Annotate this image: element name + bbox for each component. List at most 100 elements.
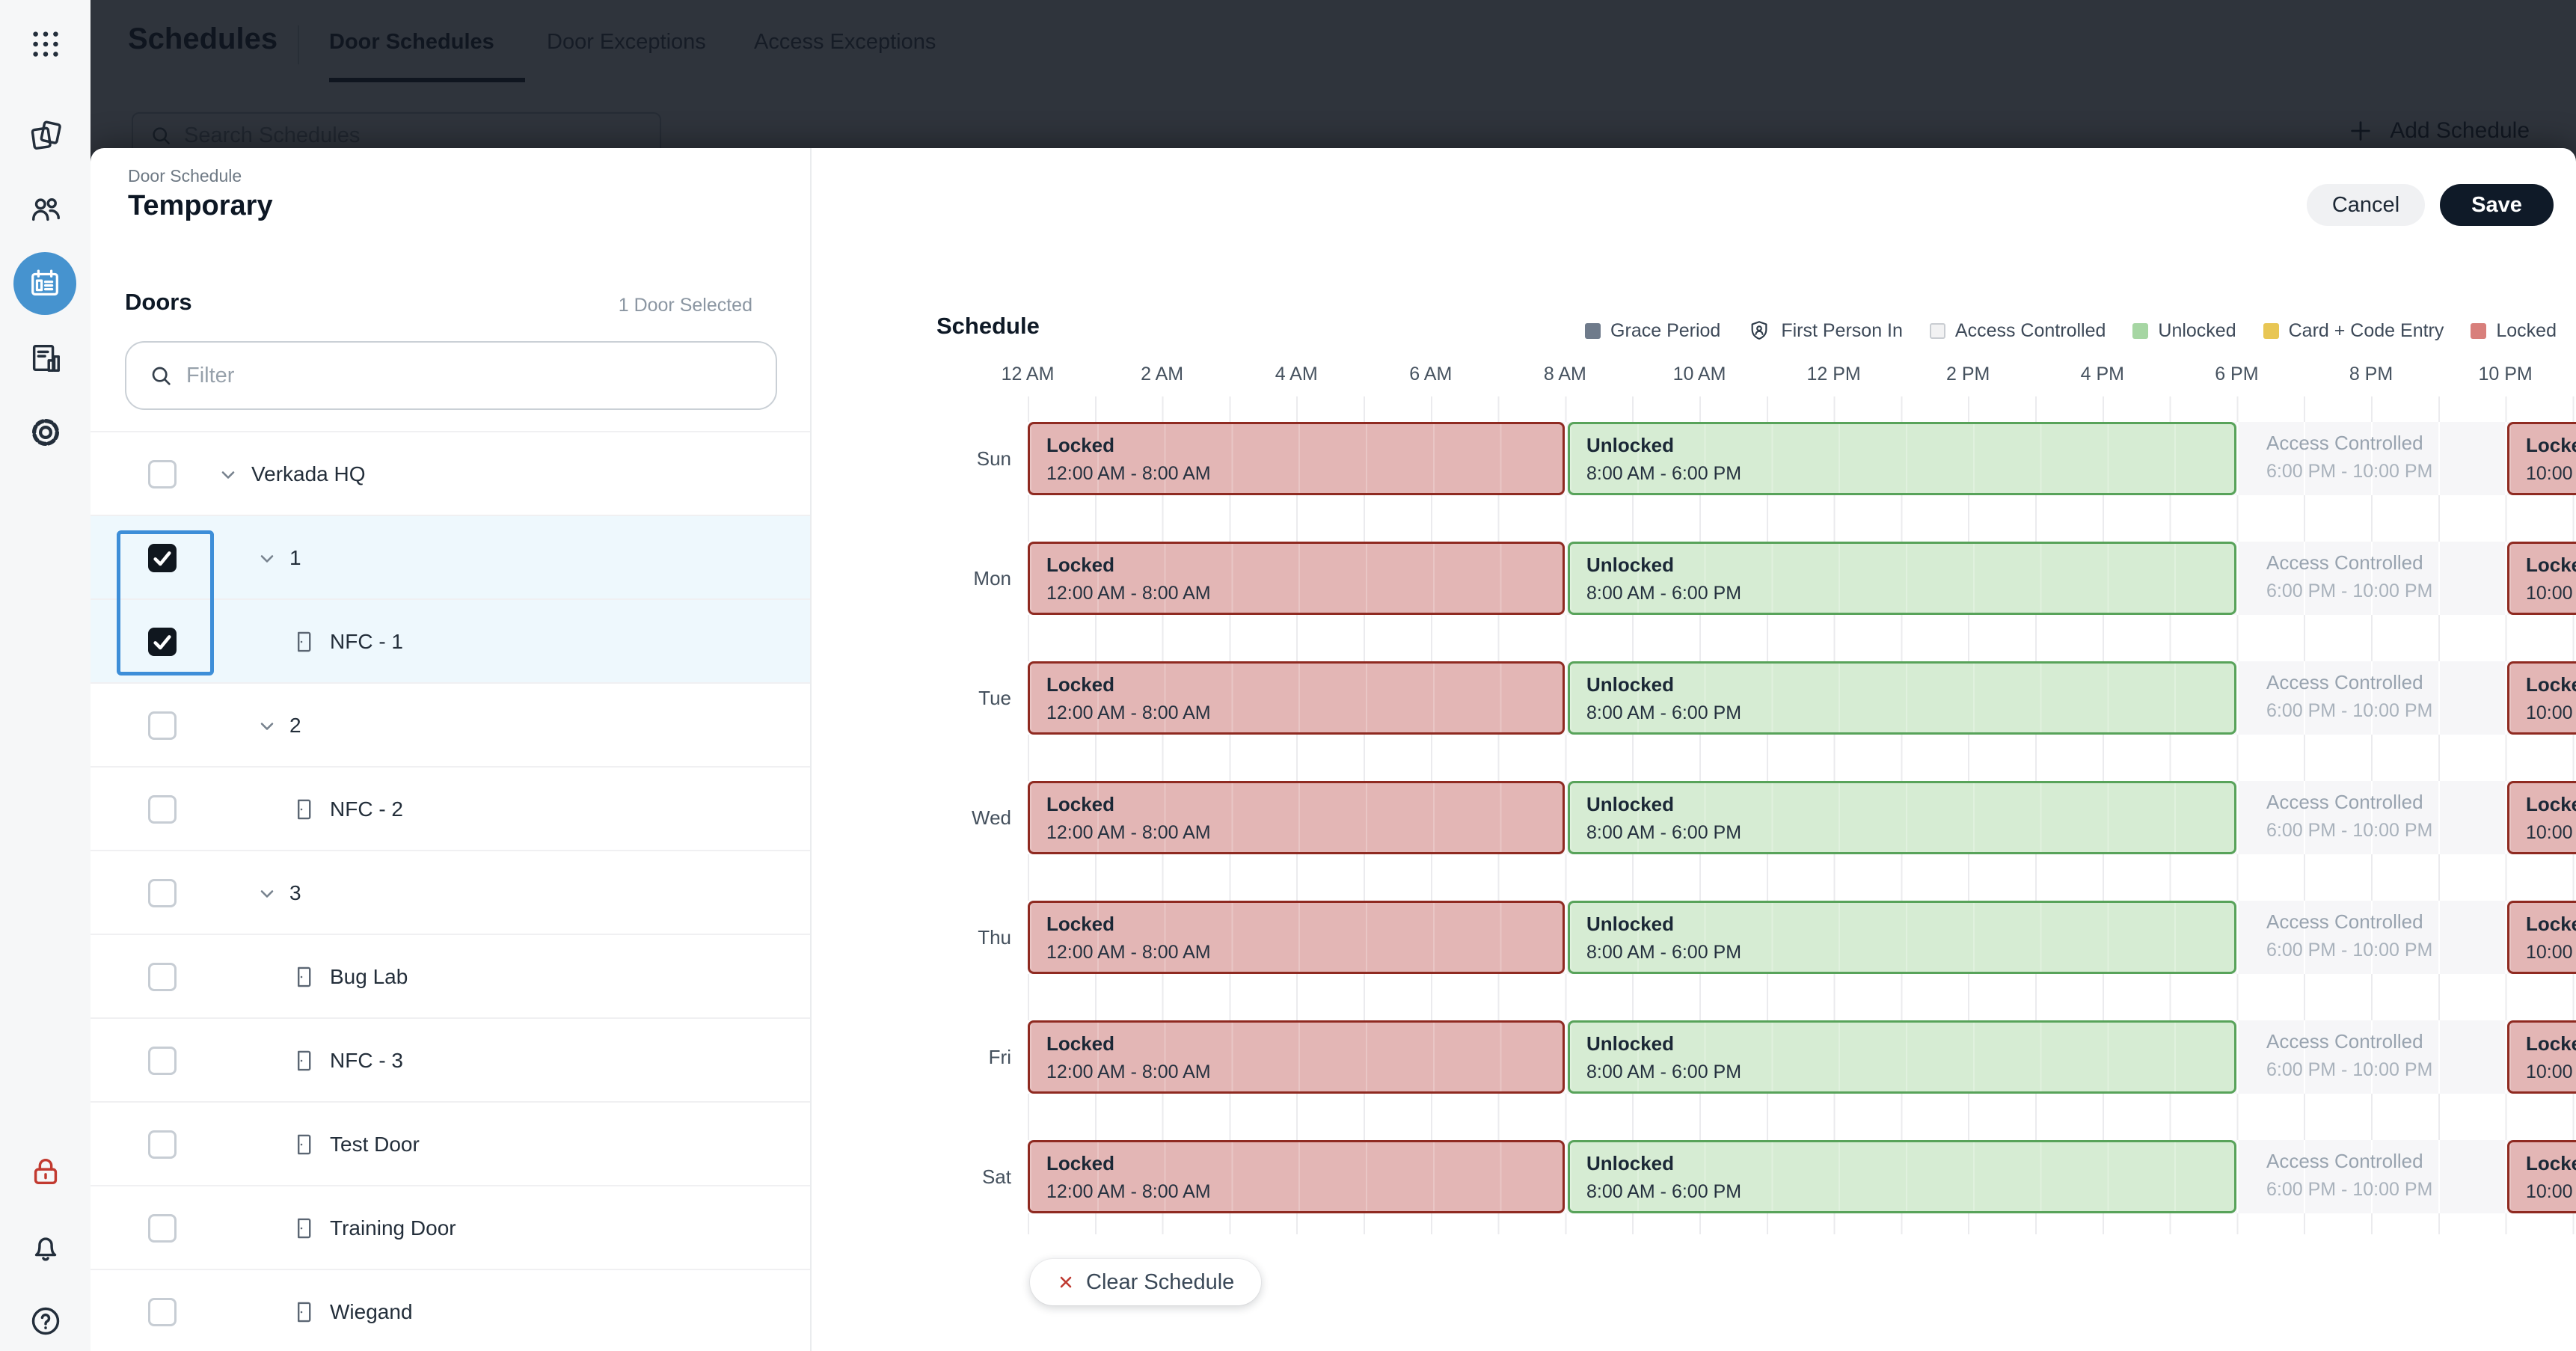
tree-item-label: NFC - 1	[330, 600, 403, 684]
first-person-in-shield-icon	[1747, 319, 1771, 343]
schedule-block-locked[interactable]: Locked 10:00 PM - 12:00 AM	[2507, 1020, 2576, 1094]
chevron-down-icon[interactable]	[257, 548, 277, 569]
bell-icon[interactable]	[28, 1230, 63, 1264]
checkbox[interactable]	[148, 1298, 177, 1326]
schedule-block-locked[interactable]: Locked 12:00 AM - 8:00 AM	[1028, 1140, 1565, 1213]
schedule-block-unlocked[interactable]: Unlocked 8:00 AM - 6:00 PM	[1568, 1020, 2236, 1094]
door-icon	[291, 629, 316, 655]
schedule-block-access-controlled[interactable]: Access Controlled 6:00 PM - 10:00 PM	[2250, 1140, 2512, 1213]
help-icon[interactable]	[28, 1304, 63, 1338]
people-icon[interactable]	[28, 192, 63, 226]
schedule-block-access-controlled[interactable]: Access Controlled 6:00 PM - 10:00 PM	[2250, 901, 2512, 974]
checkbox[interactable]	[148, 1214, 177, 1243]
checkbox[interactable]	[148, 711, 177, 740]
schedule-block-unlocked[interactable]: Unlocked 8:00 AM - 6:00 PM	[1568, 542, 2236, 615]
door-schedule-modal: Door Schedule Temporary Cancel Save Door…	[91, 148, 2576, 1351]
block-time: 12:00 AM - 8:00 AM	[1046, 583, 1563, 604]
checkbox[interactable]	[148, 1130, 177, 1159]
checkbox[interactable]	[148, 879, 177, 907]
schedule-block-locked[interactable]: Locked 12:00 AM - 8:00 AM	[1028, 661, 1565, 735]
block-state: Locked	[2526, 793, 2576, 816]
schedule-block-locked[interactable]: Locked 10:00 PM - 12:00 AM	[2507, 1140, 2576, 1213]
block-time: 10:00 PM - 12:00 AM	[2526, 463, 2576, 485]
clear-schedule-label: Clear Schedule	[1086, 1270, 1234, 1295]
schedule-block-access-controlled[interactable]: Access Controlled 6:00 PM - 10:00 PM	[2250, 1020, 2512, 1094]
block-time: 12:00 AM - 8:00 AM	[1046, 1181, 1563, 1203]
tree-item-label: 1	[289, 516, 301, 600]
block-state: Locked	[2526, 913, 2576, 936]
schedule-block-access-controlled[interactable]: Access Controlled 6:00 PM - 10:00 PM	[2250, 422, 2512, 495]
block-state: Access Controlled	[2266, 551, 2512, 575]
legend-item: Access Controlled	[1930, 320, 2106, 342]
checkbox[interactable]	[148, 963, 177, 991]
block-state: Unlocked	[1586, 793, 2234, 816]
schedule-block-locked[interactable]: Locked 12:00 AM - 8:00 AM	[1028, 422, 1565, 495]
schedule-block-locked[interactable]: Locked 10:00 PM - 12:00 AM	[2507, 661, 2576, 735]
schedule-block-unlocked[interactable]: Unlocked 8:00 AM - 6:00 PM	[1568, 781, 2236, 854]
access-cards-icon[interactable]	[28, 117, 63, 152]
schedule-block-access-controlled[interactable]: Access Controlled 6:00 PM - 10:00 PM	[2250, 542, 2512, 615]
sidebar-item-schedules-active[interactable]	[13, 252, 76, 315]
block-state: Unlocked	[1586, 554, 2234, 577]
tree-item-label: Bug Lab	[330, 935, 408, 1019]
schedule-block-locked[interactable]: Locked 10:00 PM - 12:00 AM	[2507, 781, 2576, 854]
door-tree-row[interactable]: Training Door	[91, 1186, 810, 1270]
schedule-block-unlocked[interactable]: Unlocked 8:00 AM - 6:00 PM	[1568, 661, 2236, 735]
chevron-down-icon[interactable]	[257, 716, 277, 737]
door-tree-row[interactable]: NFC - 2	[91, 768, 810, 851]
schedule-block-unlocked[interactable]: Unlocked 8:00 AM - 6:00 PM	[1568, 1140, 2236, 1213]
clear-schedule-button[interactable]: Clear Schedule	[1030, 1259, 1261, 1305]
door-tree-row[interactable]: Test Door	[91, 1103, 810, 1186]
chevron-down-icon[interactable]	[257, 883, 277, 904]
schedule-block-unlocked[interactable]: Unlocked 8:00 AM - 6:00 PM	[1568, 422, 2236, 495]
door-tree-row[interactable]: 3	[91, 851, 810, 935]
schedule-block-locked[interactable]: Locked 12:00 AM - 8:00 AM	[1028, 1020, 1565, 1094]
block-time: 12:00 AM - 8:00 AM	[1046, 942, 1563, 964]
block-time: 10:00 PM - 12:00 AM	[2526, 942, 2576, 964]
door-tree-row[interactable]: NFC - 3	[91, 1019, 810, 1103]
schedule-block-locked[interactable]: Locked 10:00 PM - 12:00 AM	[2507, 422, 2576, 495]
app-sidebar	[0, 0, 91, 1351]
door-tree-row[interactable]: Verkada HQ	[91, 432, 810, 516]
calendar-icon	[28, 266, 62, 301]
schedule-block-locked[interactable]: Locked 12:00 AM - 8:00 AM	[1028, 901, 1565, 974]
lockdown-icon[interactable]	[28, 1154, 63, 1189]
legend-label: Access Controlled	[1955, 320, 2106, 342]
block-time: 6:00 PM - 10:00 PM	[2266, 461, 2512, 482]
time-axis-label: 6 AM	[1393, 364, 1468, 385]
checkbox[interactable]	[148, 1047, 177, 1075]
block-state: Locked	[1046, 1152, 1563, 1175]
close-icon	[1057, 1273, 1075, 1291]
legend-item: Locked	[2471, 320, 2557, 342]
door-filter-box[interactable]	[125, 341, 777, 410]
door-tree-row[interactable]: NFC - 1	[91, 600, 810, 684]
reports-icon[interactable]	[28, 341, 63, 376]
schedule-block-access-controlled[interactable]: Access Controlled 6:00 PM - 10:00 PM	[2250, 781, 2512, 854]
block-time: 6:00 PM - 10:00 PM	[2266, 1179, 2512, 1201]
schedule-block-access-controlled[interactable]: Access Controlled 6:00 PM - 10:00 PM	[2250, 661, 2512, 735]
door-filter-input[interactable]	[186, 364, 710, 388]
door-tree-row[interactable]: 2	[91, 684, 810, 768]
chevron-down-icon[interactable]	[218, 465, 239, 485]
schedule-block-locked[interactable]: Locked 12:00 AM - 8:00 AM	[1028, 542, 1565, 615]
gear-icon[interactable]	[28, 415, 63, 450]
door-tree-row[interactable]: Bug Lab	[91, 935, 810, 1019]
day-label: Wed	[904, 781, 1011, 854]
schedule-block-locked[interactable]: Locked 10:00 PM - 12:00 AM	[2507, 542, 2576, 615]
block-time: 8:00 AM - 6:00 PM	[1586, 1181, 2234, 1203]
app-grid-icon[interactable]	[28, 27, 63, 61]
block-time: 8:00 AM - 6:00 PM	[1586, 463, 2234, 485]
checkbox[interactable]	[148, 460, 177, 488]
schedule-block-locked[interactable]: Locked 12:00 AM - 8:00 AM	[1028, 781, 1565, 854]
legend-label: Locked	[2496, 320, 2557, 342]
block-state: Locked	[1046, 913, 1563, 936]
block-time: 6:00 PM - 10:00 PM	[2266, 1059, 2512, 1081]
schedule-block-unlocked[interactable]: Unlocked 8:00 AM - 6:00 PM	[1568, 901, 2236, 974]
checkbox[interactable]	[148, 795, 177, 824]
door-tree-row[interactable]: 1	[91, 516, 810, 600]
schedule-block-locked[interactable]: Locked 10:00 PM - 12:00 AM	[2507, 901, 2576, 974]
checkbox[interactable]	[148, 544, 177, 572]
checkbox[interactable]	[148, 628, 177, 656]
block-state: Unlocked	[1586, 673, 2234, 696]
door-tree-row[interactable]: Wiegand	[91, 1270, 810, 1351]
